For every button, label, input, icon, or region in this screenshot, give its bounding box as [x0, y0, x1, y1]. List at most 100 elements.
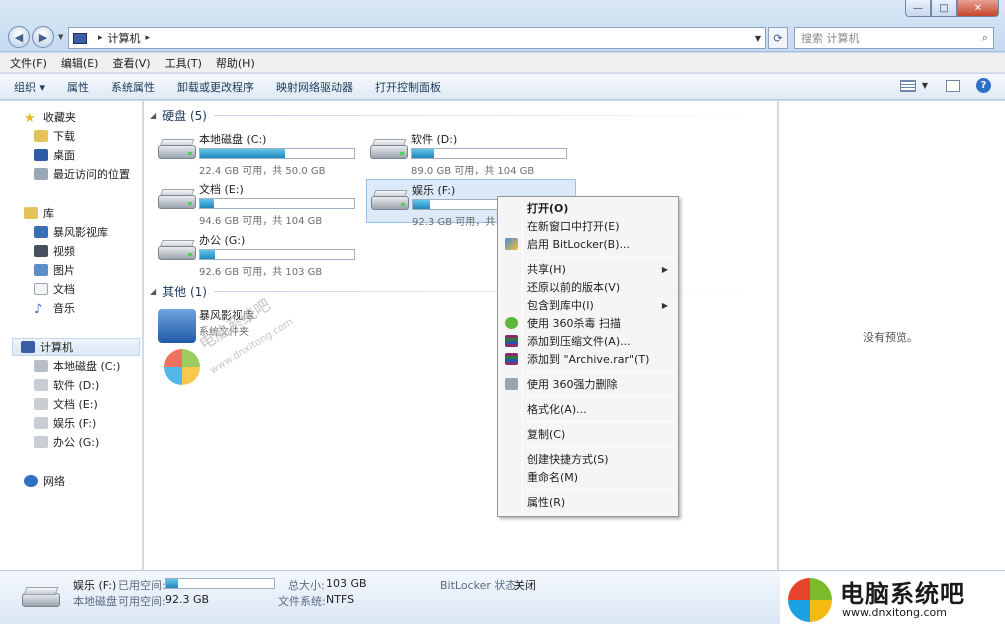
nav-videos-label: 视频 — [53, 245, 75, 258]
star-icon: ★ — [24, 111, 36, 126]
libraries-icon — [24, 207, 38, 219]
nav-drive-f[interactable]: 娱乐 (F:) — [34, 414, 96, 432]
drive-space-text: 92.3 GB 可用，共 — [412, 217, 496, 228]
close-button[interactable]: ✕ — [957, 0, 999, 17]
nav-network[interactable]: 网络 — [24, 472, 65, 490]
search-input[interactable]: 搜索 计算机 ⌕ — [794, 27, 994, 49]
recent-places-icon — [34, 168, 48, 180]
drive-tile-e[interactable]: 文档 (E:) 94.6 GB 可用，共 104 GB — [154, 179, 364, 227]
maximize-button[interactable]: □ — [931, 0, 957, 17]
menu-item-create-shortcut[interactable]: 创建快捷方式(S) — [500, 450, 676, 468]
drive-tile-d[interactable]: 软件 (D:) 89.0 GB 可用，共 104 GB — [366, 129, 576, 177]
search-icon[interactable]: ⌕ — [982, 31, 988, 45]
organize-button[interactable]: 组织 ▾ — [14, 79, 45, 95]
nav-documents-label: 文档 — [53, 283, 75, 296]
nav-pictures-label: 图片 — [53, 264, 75, 277]
menu-item-label: 还原以前的版本(V) — [527, 281, 621, 294]
nav-drive-d[interactable]: 软件 (D:) — [34, 376, 99, 394]
recent-pages-dropdown-icon[interactable]: ▼ — [58, 33, 63, 41]
menu-separator — [525, 371, 675, 372]
menu-item-copy[interactable]: 复制(C) — [500, 425, 676, 443]
collapse-triangle-icon[interactable]: ◢ — [150, 287, 156, 296]
system-properties-button[interactable]: 系统属性 — [111, 79, 155, 95]
menu-tools[interactable]: 工具(T) — [165, 55, 202, 71]
nav-videos[interactable]: 视频 — [34, 242, 75, 260]
help-icon[interactable]: ? — [976, 78, 991, 93]
view-dropdown-icon[interactable]: ▼ — [922, 81, 928, 90]
drive-tile-c[interactable]: 本地磁盘 (C:) 22.4 GB 可用，共 50.0 GB — [154, 129, 364, 177]
menu-item-open-new-window[interactable]: 在新窗口中打开(E) — [500, 217, 676, 235]
menu-item-share[interactable]: 共享(H) ▶ — [500, 260, 676, 278]
menu-item-add-to-archive[interactable]: 添加到压缩文件(A)... — [500, 332, 676, 350]
nav-pictures[interactable]: 图片 — [34, 261, 75, 279]
uninstall-program-button[interactable]: 卸载或更改程序 — [177, 79, 254, 95]
breadcrumb-chevron-icon[interactable]: ▸ — [146, 33, 151, 43]
menu-item-bitlocker[interactable]: 启用 BitLocker(B)... — [500, 235, 676, 253]
search-placeholder: 搜索 计算机 — [801, 32, 860, 45]
nav-desktop[interactable]: 桌面 — [34, 146, 75, 164]
nav-documents[interactable]: 文档 — [34, 280, 75, 298]
nav-storm-library[interactable]: 暴风影视库 — [34, 223, 108, 241]
nav-music[interactable]: ♪ 音乐 — [34, 299, 75, 317]
details-free-value: 92.3 GB — [165, 593, 210, 606]
address-dropdown-icon[interactable]: ▼ — [755, 34, 761, 43]
group-header-other[interactable]: ◢ 其他 (1) — [150, 283, 774, 300]
nav-drive-e[interactable]: 文档 (E:) — [34, 395, 98, 413]
menu-file[interactable]: 文件(F) — [10, 55, 47, 71]
preview-pane-toggle-icon[interactable] — [946, 79, 960, 92]
nav-libraries[interactable]: 库 — [24, 204, 54, 222]
menu-edit[interactable]: 编辑(E) — [61, 55, 99, 71]
menu-item-add-to-archive-rar[interactable]: 添加到 "Archive.rar"(T) — [500, 350, 676, 368]
back-button[interactable]: ◀ — [8, 26, 30, 48]
nav-downloads[interactable]: 下载 — [34, 127, 75, 145]
menu-item-include-in-library[interactable]: 包含到库中(I) ▶ — [500, 296, 676, 314]
refresh-button[interactable]: ⟳ — [768, 27, 788, 49]
nav-computer[interactable]: 计算机 — [12, 338, 140, 356]
nav-drive-c[interactable]: 本地磁盘 (C:) — [34, 357, 120, 375]
no-preview-text: 没有预览。 — [863, 331, 918, 344]
drive-icon — [34, 436, 48, 448]
open-control-panel-button[interactable]: 打开控制面板 — [375, 79, 441, 95]
menu-separator — [525, 396, 675, 397]
group-header-hdd[interactable]: ◢ 硬盘 (5) — [150, 107, 774, 124]
properties-button[interactable]: 属性 — [67, 79, 89, 95]
nav-favorites[interactable]: ★ 收藏夹 — [24, 108, 76, 126]
details-drive-type: 本地磁盘 — [73, 595, 117, 608]
menu-item-open[interactable]: 打开(O) — [500, 199, 676, 217]
menu-bar: 文件(F) 编辑(E) 查看(V) 工具(T) 帮助(H) — [0, 53, 1005, 73]
map-network-drive-button[interactable]: 映射网络驱动器 — [276, 79, 353, 95]
menu-item-label: 创建快捷方式(S) — [527, 453, 609, 466]
nav-libraries-label: 库 — [43, 207, 54, 220]
minimize-button[interactable]: — — [905, 0, 931, 17]
menu-item-restore-versions[interactable]: 还原以前的版本(V) — [500, 278, 676, 296]
nav-drive-c-label: 本地磁盘 (C:) — [53, 360, 121, 373]
menu-item-360-delete[interactable]: 使用 360强力删除 — [500, 375, 676, 393]
menu-separator — [525, 421, 675, 422]
navigation-pane: ★ 收藏夹 下载 桌面 最近访问的位置 库 暴风影视库 视频 图片 文档 ♪ 音… — [0, 101, 143, 570]
group-divider — [214, 291, 774, 292]
menu-help[interactable]: 帮助(H) — [216, 55, 255, 71]
menu-item-properties[interactable]: 属性(R) — [500, 493, 676, 511]
details-bitlocker-value: 关闭 — [514, 579, 536, 592]
address-bar[interactable]: ▸ 计算机 ▸ ▼ — [68, 27, 766, 49]
refresh-icon: ⟳ — [773, 31, 783, 45]
menu-item-label: 共享(H) — [527, 263, 566, 276]
selected-drive-icon — [22, 583, 62, 609]
details-used-label: 已用空间: — [118, 579, 166, 592]
drive-tile-g[interactable]: 办公 (G:) 92.6 GB 可用，共 103 GB — [154, 230, 364, 278]
menu-separator — [525, 489, 675, 490]
breadcrumb-computer[interactable]: 计算机 — [108, 30, 141, 46]
nav-drive-g[interactable]: 办公 (G:) — [34, 433, 99, 451]
drive-icon — [34, 379, 48, 391]
menu-view[interactable]: 查看(V) — [112, 55, 150, 71]
computer-icon — [73, 32, 87, 44]
nav-computer-label: 计算机 — [40, 341, 73, 354]
change-view-icon[interactable] — [899, 79, 916, 92]
menu-item-rename[interactable]: 重命名(M) — [500, 468, 676, 486]
collapse-triangle-icon[interactable]: ◢ — [150, 111, 156, 120]
breadcrumb-separator-icon[interactable]: ▸ — [98, 33, 103, 43]
menu-item-360-scan[interactable]: 使用 360杀毒 扫描 — [500, 314, 676, 332]
nav-recent[interactable]: 最近访问的位置 — [34, 165, 130, 183]
forward-button[interactable]: ▶ — [32, 26, 54, 48]
menu-item-format[interactable]: 格式化(A)... — [500, 400, 676, 418]
